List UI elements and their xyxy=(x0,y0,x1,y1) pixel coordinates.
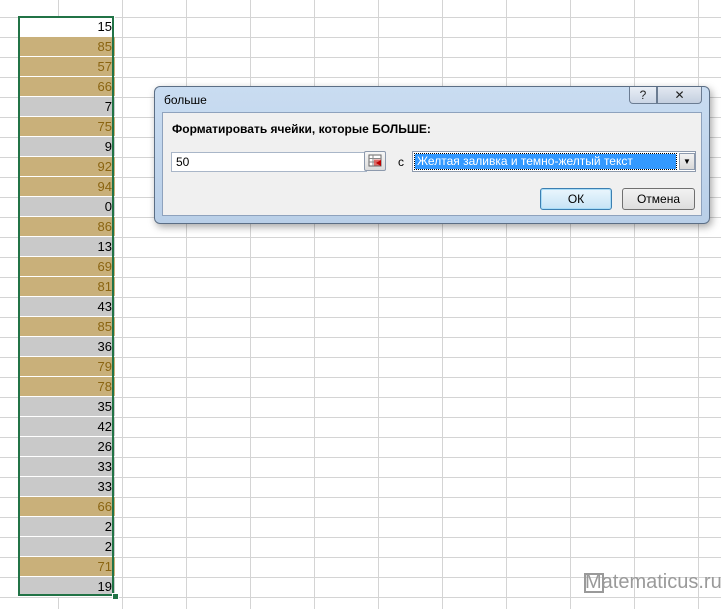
threshold-value-input[interactable]: 50 xyxy=(171,152,367,172)
greater-than-dialog: больше ? ✕ Форматировать ячейки, которые… xyxy=(154,86,710,224)
dropdown-button[interactable]: ▼ xyxy=(679,153,695,170)
cell-a13[interactable]: 69 xyxy=(19,257,115,277)
cell-a25[interactable]: 66 xyxy=(19,497,115,517)
column-a-values[interactable]: 15 85 57 66 7 75 9 92 94 0 86 13 69 81 43 85 36 79 78 35 42 2… xyxy=(19,17,115,597)
cell-a8[interactable]: 92 xyxy=(19,157,115,177)
cell-a6[interactable]: 75 xyxy=(19,117,115,137)
cell-a22[interactable]: 26 xyxy=(19,437,115,457)
cell-a12[interactable]: 13 xyxy=(19,237,115,257)
cell-a5[interactable]: 7 xyxy=(19,97,115,117)
cell-a9[interactable]: 94 xyxy=(19,177,115,197)
cell-a19[interactable]: 78 xyxy=(19,377,115,397)
cell-a3[interactable]: 57 xyxy=(19,57,115,77)
cancel-button[interactable]: Отмена xyxy=(622,188,695,210)
cell-a29[interactable]: 19 xyxy=(19,577,115,597)
fill-handle[interactable] xyxy=(112,593,119,600)
cell-a2[interactable]: 85 xyxy=(19,37,115,57)
dialog-title: больше xyxy=(164,93,207,107)
cell-a21[interactable]: 42 xyxy=(19,417,115,437)
cell-a18[interactable]: 79 xyxy=(19,357,115,377)
cell-a4[interactable]: 66 xyxy=(19,77,115,97)
cell-a7[interactable]: 9 xyxy=(19,137,115,157)
cell-a14[interactable]: 81 xyxy=(19,277,115,297)
close-button[interactable]: ✕ xyxy=(657,87,702,104)
cell-a1[interactable]: 15 xyxy=(19,17,115,37)
cell-a24[interactable]: 33 xyxy=(19,477,115,497)
cell-a28[interactable]: 71 xyxy=(19,557,115,577)
format-style-select[interactable]: Желтая заливка и темно-желтый текст ▼ xyxy=(412,151,696,172)
cell-a16[interactable]: 85 xyxy=(19,317,115,337)
cell-a10[interactable]: 0 xyxy=(19,197,115,217)
prompt-label: Форматировать ячейки, которые БОЛЬШЕ: xyxy=(172,122,431,136)
cell-a20[interactable]: 35 xyxy=(19,397,115,417)
format-style-selected: Желтая заливка и темно-желтый текст xyxy=(414,153,677,170)
with-label: с xyxy=(398,155,404,169)
cell-a27[interactable]: 2 xyxy=(19,537,115,557)
cell-a17[interactable]: 36 xyxy=(19,337,115,357)
dialog-body: Форматировать ячейки, которые БОЛЬШЕ: 50… xyxy=(162,112,702,216)
range-select-button[interactable] xyxy=(364,151,386,171)
watermark: Matematicus.ru xyxy=(585,571,721,593)
ok-button[interactable]: ОК xyxy=(540,188,612,210)
help-button[interactable]: ? xyxy=(629,87,657,104)
cell-a11[interactable]: 86 xyxy=(19,217,115,237)
chevron-down-icon: ▼ xyxy=(683,157,691,166)
range-select-icon xyxy=(368,154,382,167)
cell-a26[interactable]: 2 xyxy=(19,517,115,537)
cell-a15[interactable]: 43 xyxy=(19,297,115,317)
threshold-value: 50 xyxy=(176,155,190,169)
cell-a23[interactable]: 33 xyxy=(19,457,115,477)
